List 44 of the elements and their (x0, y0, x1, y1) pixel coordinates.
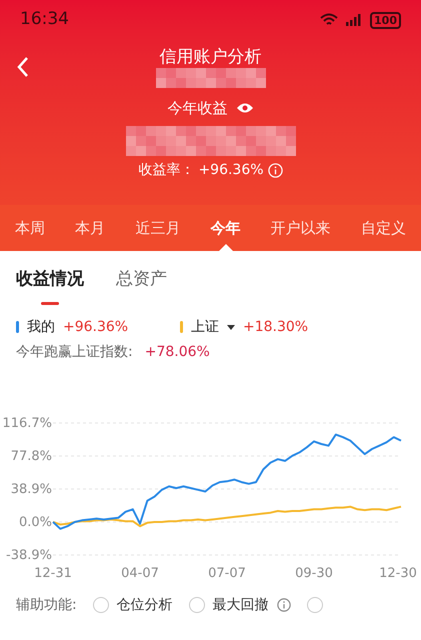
x-axis-label: 12-30 (379, 566, 417, 580)
signal-icon (346, 14, 362, 26)
option-label: 最大回撤 (212, 596, 269, 614)
x-axis-label: 04-07 (121, 566, 159, 580)
caret-icon[interactable] (227, 324, 235, 330)
comparison-label: 今年跑赢上证指数: (16, 342, 133, 362)
period-tab[interactable]: 本月 (71, 205, 110, 251)
x-axis-label: 12-31 (34, 566, 72, 580)
option-label: 仓位分析 (116, 596, 173, 614)
tab-underline (41, 302, 59, 304)
period-tab[interactable]: 今年 (206, 205, 245, 251)
back-icon (16, 56, 30, 78)
eye-icon[interactable] (236, 102, 254, 114)
period-tab[interactable]: 自定义 (356, 205, 410, 251)
page-title: 信用账户分析 (160, 46, 262, 68)
comparison-value: +78.06% (144, 342, 210, 362)
section-tab[interactable]: 总资产 (116, 267, 167, 304)
radio-button[interactable] (188, 597, 205, 613)
x-axis-label: 09-30 (295, 566, 333, 580)
x-axis-label: 07-07 (208, 566, 246, 580)
battery-indicator: 100 (370, 12, 401, 28)
y-axis-label: 38.9% (10, 482, 52, 496)
selected-pointer (218, 244, 233, 251)
legend-name: 上证 (191, 318, 219, 336)
return-rate-label: 收益率： (138, 161, 194, 180)
legend-value: +96.36% (63, 318, 128, 336)
period-tab[interactable]: 本周 (11, 205, 50, 251)
period-tab[interactable]: 近三月 (131, 205, 184, 251)
y-axis-label: 77.8% (10, 448, 52, 464)
y-axis-label: -38.9% (6, 548, 52, 562)
y-axis-label: 116.7% (2, 416, 52, 430)
return-rate-value: +96.36% (198, 161, 264, 180)
period-tab[interactable]: 开户以来 (266, 205, 335, 251)
legend-value: +18.30% (243, 318, 308, 336)
info-icon[interactable] (276, 598, 291, 612)
y-axis-label: 0.0% (18, 514, 52, 530)
wifi-icon (320, 13, 338, 27)
radio-button[interactable] (306, 597, 323, 613)
period-earnings-label: 今年收益 (168, 98, 228, 118)
aux-label: 辅助功能: (16, 596, 77, 614)
section-tab[interactable]: 收益情况 (16, 267, 84, 304)
radio-button[interactable] (92, 597, 109, 613)
legend-name: 我的 (27, 318, 55, 336)
status-time: 16:34 (20, 8, 69, 32)
